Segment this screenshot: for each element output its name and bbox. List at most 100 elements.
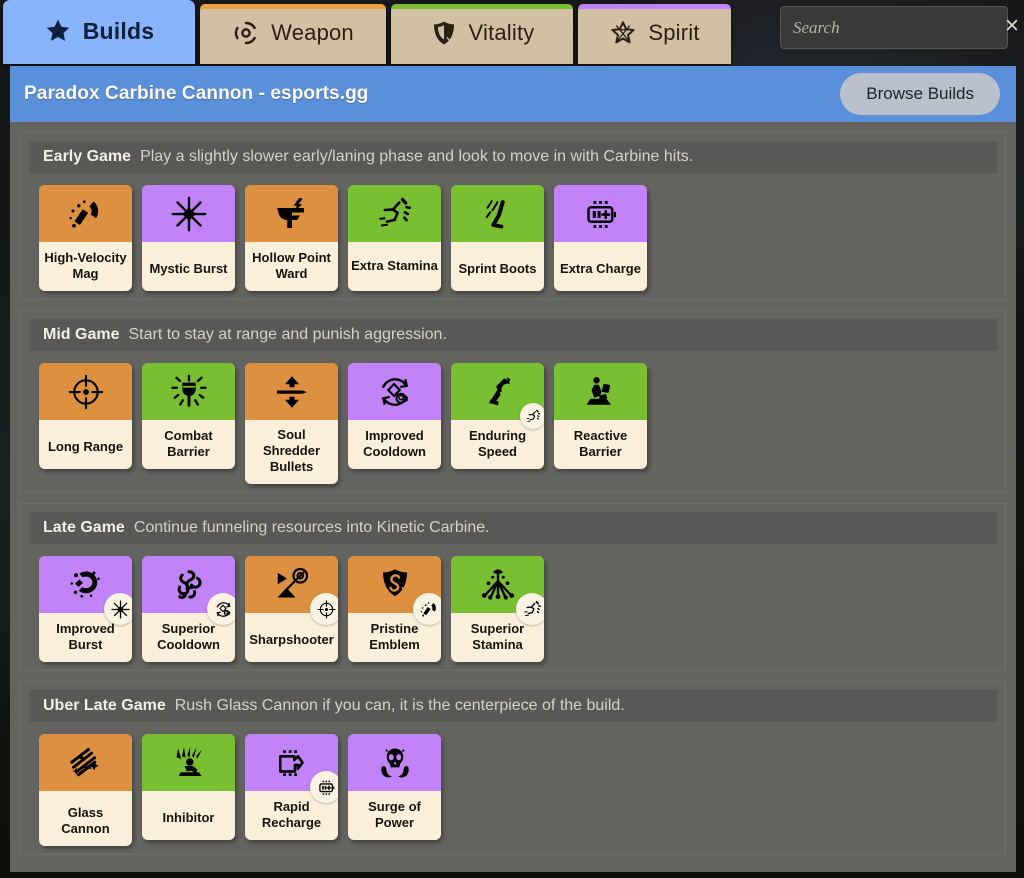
tab-builds[interactable]: Builds	[3, 0, 195, 64]
section-title: Mid Game	[43, 326, 120, 343]
battery-plus-icon	[579, 194, 623, 234]
figure-shield-icon	[579, 372, 623, 412]
item-upgrade-badge	[520, 403, 544, 429]
item-art	[245, 734, 338, 803]
tab-label: Vitality	[468, 20, 535, 45]
build-sections-container: Early Game Play a slightly slower early/l…	[10, 122, 1016, 872]
running-legs-icon	[525, 408, 542, 425]
item-name: Glass Cannon	[61, 805, 110, 836]
up-down-arrows-icon	[270, 372, 314, 412]
item-name: High-Velocity Mag	[44, 249, 127, 281]
item-art	[245, 363, 338, 420]
item-name: Soul Shredder Bullets	[262, 427, 321, 474]
build-header-bar: Paradox Carbine Cannon - esports.gg Brow…	[10, 66, 1016, 122]
item-card[interactable]: Enduring Speed	[451, 363, 544, 469]
item-name: Inhibitor	[162, 810, 215, 825]
cooldown-cycle-icon	[373, 372, 417, 412]
tab-spirit[interactable]: Spirit	[578, 4, 731, 64]
starburst-icon	[110, 599, 131, 620]
tab-accent-stripe	[578, 4, 731, 9]
item-art	[348, 185, 441, 242]
item-card[interactable]: Extra Charge	[554, 185, 647, 291]
search-box[interactable]: ✕	[780, 6, 1020, 49]
item-card[interactable]: Extra Stamina	[348, 185, 441, 291]
item-card[interactable]: Mystic Burst	[142, 185, 235, 291]
item-card[interactable]: Glass Cannon	[39, 734, 132, 846]
cooldown-cycle-icon	[213, 599, 234, 620]
item-card[interactable]: Reactive Barrier	[554, 363, 647, 469]
tab-accent-stripe	[200, 4, 386, 9]
item-art	[39, 185, 132, 242]
item-card[interactable]: Rapid Recharge	[245, 734, 338, 840]
arrow-target-icon	[270, 565, 314, 605]
browse-builds-button[interactable]: Browse Builds	[840, 73, 1000, 115]
tab-vitality[interactable]: Vitality	[391, 4, 573, 64]
star-filled-icon	[44, 17, 72, 45]
item-name: Extra Stamina	[351, 257, 438, 273]
item-upgrade-badge	[413, 593, 441, 625]
item-row: High-Velocity Mag Mystic Burst Hollow Poin…	[21, 173, 1005, 291]
item-card[interactable]: Combat Barrier	[142, 363, 235, 469]
item-upgrade-badge	[310, 593, 338, 625]
recharge-chip-icon	[270, 743, 314, 783]
item-art	[142, 734, 235, 791]
tab-label: Builds	[82, 17, 155, 44]
item-card[interactable]: Long Range	[39, 363, 132, 469]
crosshair-icon	[316, 599, 337, 620]
section-title: Late Game	[43, 519, 125, 536]
section-description: Start to stay at range and punish aggres…	[128, 326, 447, 343]
item-card[interactable]: Sharpshooter	[245, 556, 338, 662]
battery-plus-icon	[316, 777, 337, 798]
build-section: Late Game Continue funneling resources in…	[20, 503, 1006, 671]
skull-hand-icon	[373, 743, 417, 783]
tab-label: Weapon	[271, 20, 354, 45]
tab-weapon[interactable]: Weapon	[200, 4, 386, 64]
item-art	[39, 734, 132, 791]
item-card[interactable]: High-Velocity Mag	[39, 185, 132, 291]
item-row: Improved Burst Superior Cooldown Sharpshoo…	[21, 544, 1005, 662]
item-art	[348, 363, 441, 420]
item-card[interactable]: Surge of Power	[348, 734, 441, 840]
winged-boot-icon	[476, 372, 520, 412]
item-card[interactable]: Improved Cooldown	[348, 363, 441, 469]
item-card[interactable]: Improved Burst	[39, 556, 132, 662]
star-outline-icon	[609, 19, 637, 47]
item-art	[39, 363, 132, 420]
item-card[interactable]: Sprint Boots	[451, 185, 544, 291]
emblem-shield-icon	[373, 565, 417, 605]
running-legs-icon	[522, 599, 543, 620]
section-header: Early Game Play a slightly slower early/l…	[29, 141, 997, 173]
item-name: Sprint Boots	[458, 261, 537, 276]
item-name: Mystic Burst	[149, 261, 228, 276]
section-description: Continue funneling resources into Kineti…	[133, 519, 490, 536]
item-row: Glass Cannon Inhibitor Rapid Recharge Surge…	[21, 722, 1005, 846]
item-card[interactable]: Hollow Point Ward	[245, 185, 338, 291]
page-title: Paradox Carbine Cannon - esports.gg	[24, 83, 369, 104]
item-row: Long Range Combat Barrier Soul Shredder Bu…	[21, 351, 1005, 484]
close-icon[interactable]: ✕	[998, 15, 1022, 40]
section-title: Early Game	[43, 148, 132, 165]
item-name: Long Range	[47, 439, 124, 454]
item-card[interactable]: Soul Shredder Bullets	[245, 363, 338, 484]
item-name: Hollow Point Ward	[252, 249, 331, 281]
item-upgrade-badge	[207, 593, 235, 625]
item-art	[451, 185, 544, 242]
item-upgrade-badge	[104, 593, 132, 625]
item-card[interactable]: Pristine Emblem	[348, 556, 441, 662]
item-art	[348, 556, 441, 625]
section-header: Uber Late Game Rush Glass Cannon if you c…	[29, 690, 997, 722]
boot-speed-icon	[476, 194, 520, 234]
item-card[interactable]: Superior Stamina	[451, 556, 544, 662]
item-art	[39, 556, 132, 625]
kneeling-figure-icon	[167, 743, 211, 783]
shield-icon	[430, 19, 458, 47]
item-card[interactable]: Superior Cooldown	[142, 556, 235, 662]
search-input[interactable]	[793, 17, 998, 38]
section-header: Late Game Continue funneling resources in…	[29, 512, 997, 544]
item-card[interactable]: Inhibitor	[142, 734, 235, 840]
item-upgrade-badge	[310, 771, 338, 803]
item-art	[451, 363, 544, 429]
item-art	[554, 185, 647, 242]
item-art	[451, 556, 544, 625]
item-art	[142, 363, 235, 420]
